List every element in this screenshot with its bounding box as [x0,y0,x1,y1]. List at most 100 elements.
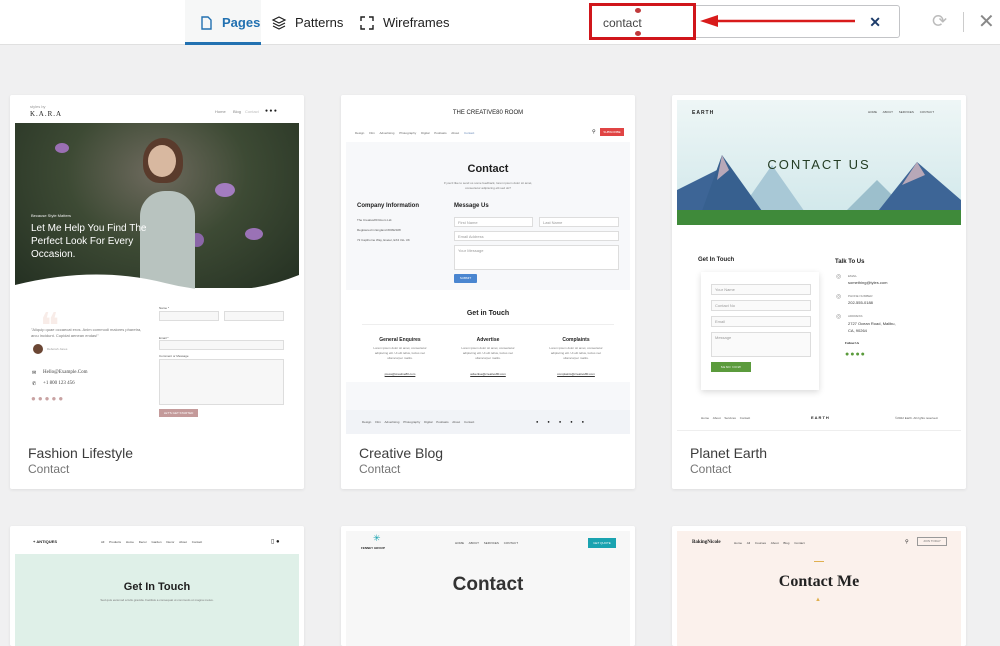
phone-icon: ✆ [32,381,37,387]
card-subtitle: Contact [28,462,70,476]
column-title: Complaints [562,337,590,343]
column-title: Advertise [476,337,500,343]
divider [362,324,614,325]
form-heading: Get In Touch [698,257,735,263]
nav-home: Home [215,109,226,114]
touch-section [346,290,630,382]
contact-no-field: Contact No [711,300,811,311]
author-avatar [33,344,43,354]
phone-icon: ◎ [836,294,842,300]
send-button: SEND NOW [711,362,751,372]
testimonial-quote: "Aliquip quae occaecat eros. Anim commod… [31,327,142,338]
site-header [346,100,630,142]
card-title: Creative Blog [359,445,444,461]
site-logo: K.A.R.A [30,110,63,118]
tab-pages-label: Pages [222,15,261,30]
email-field: Email Address [454,231,619,241]
clear-search-icon[interactable]: ✕ [869,14,881,31]
page-icon [201,15,212,30]
hero-heading: Let Me Help You Find The Perfect Look Fo… [31,223,147,260]
template-card-baking-nicole[interactable]: BakingNicole Home All Courses About Blog… [672,526,966,646]
author-name: Deborah Jones [47,347,68,351]
social-icons-row: ●●●● [845,351,866,358]
hero-eyebrow: Because Style Matters [31,213,72,218]
name-field: Your Name [711,284,811,295]
company-line: 72 Capthorne Way, Exeter, EX4 3LL UK [357,238,410,242]
tab-pages[interactable]: Pages [185,0,261,45]
talk-heading: Talk To Us [835,259,865,265]
nav-blog: Blog [233,109,242,114]
form-label-name: Name * [159,306,170,310]
last-name-field [224,311,284,321]
annotation-arrow-icon [700,15,855,27]
template-preview: BakingNicole Home All Courses About Blog… [677,531,961,646]
site-nav: HOME ABOUT SERVICES CONTACT [455,541,519,545]
submit-button: LET'S GET STARTED [159,409,198,417]
template-card-planet-earth[interactable]: EARTH HOME ABOUT SERVICES CONTACT CONTAC… [672,95,966,489]
column-title: General Enquires [379,337,421,343]
footer-social-icons: ●●●●● [536,419,594,424]
page-heading: Contact [452,574,524,595]
footer-nav: Home About Services Contact [701,416,751,420]
close-icon[interactable]: ✕ [978,9,995,34]
message-field [159,359,284,405]
join-button: JOIN TODAY [917,537,947,546]
contact-label: PHONE NUMBER [848,294,873,298]
company-line: Registered in England #0092328 [357,228,401,232]
site-logo: BakingNicole [692,540,721,545]
footer-logo: EARTH [811,415,830,420]
submit-button: SUBMIT [454,274,477,283]
email-icon: ✉ [32,370,37,376]
refresh-icon[interactable]: ⟳ [932,11,952,31]
site-nav: Home All Courses About Blog Contact [734,541,805,545]
card-title: Planet Earth [690,445,768,461]
column-text: Lorem ipsum dolor sit amet, consectetur … [373,346,427,360]
message-heading: Message Us [454,203,489,209]
contact-value: 2727 Ocean Road, Malibu, CA, 90264 [848,321,896,333]
tab-wireframes[interactable]: Wireframes [359,0,449,45]
mountains-illustration [677,155,961,225]
template-preview: + ANTIQUES All Products Home Decor Garde… [15,531,299,646]
last-name-field: Last Name [539,217,619,227]
cart-icon: ▯ ● [271,539,280,545]
contact-label: ADDRESS [848,314,863,318]
contact-email: Hello@Example.Com [43,370,88,375]
hero-image [15,123,299,291]
accent-icon: ▲ [815,597,821,603]
toolbar-divider [963,12,964,32]
column-link: press@creative80.com [384,372,416,376]
template-preview: THE CREATIVE80 ROOM Design Film Advertis… [346,100,630,434]
tab-wireframes-label: Wireframes [383,15,450,30]
first-name-field [159,311,219,321]
site-logo: EARTH [692,110,715,116]
divider [677,430,961,431]
template-card-antiques[interactable]: + ANTIQUES All Products Home Decor Garde… [10,526,304,646]
touch-heading: Get in Touch [466,310,510,317]
message-field: Message [711,332,811,357]
social-icons-row: ●●●●● [31,394,66,403]
site-title: THE CREATIVE80 ROOM [452,110,524,116]
quote-mark-icon: ❝ [40,306,60,346]
site-nav: HOME ABOUT SERVICES CONTACT [868,110,935,114]
template-card-fashion-lifestyle[interactable]: styles by K.A.R.A Home Blog Contact ● ● … [10,95,304,489]
accent-line [814,561,824,562]
logo-icon: ✳ [373,533,381,543]
template-preview: EARTH HOME ABOUT SERVICES CONTACT CONTAC… [677,100,961,434]
page-heading: Contact Me [778,573,860,590]
card-subtitle: Contact [359,462,401,476]
search-input[interactable] [603,14,693,32]
company-line: The Creative80 Room Ltd. [357,218,393,222]
tab-patterns[interactable]: Patterns [271,0,343,45]
search-icon: ⚲ [905,539,909,545]
hero-heading: CONTACT US [767,157,871,172]
template-card-creative-blog[interactable]: THE CREATIVE80 ROOM Design Film Advertis… [341,95,635,489]
tab-patterns-label: Patterns [295,15,344,30]
column-link: complaints@creative80.com [557,372,595,376]
template-card-fennec-group[interactable]: ✳ FENNEY GROUP HOME ABOUT SERVICES CONTA… [341,526,635,646]
nav-contact: Contact [245,109,259,114]
layers-icon [271,15,287,30]
follow-label: Follow Us [845,341,860,345]
contact-label: EMAIL [848,274,858,278]
template-preview: ✳ FENNEY GROUP HOME ABOUT SERVICES CONTA… [346,531,630,646]
company-heading: Company Information [357,203,420,209]
